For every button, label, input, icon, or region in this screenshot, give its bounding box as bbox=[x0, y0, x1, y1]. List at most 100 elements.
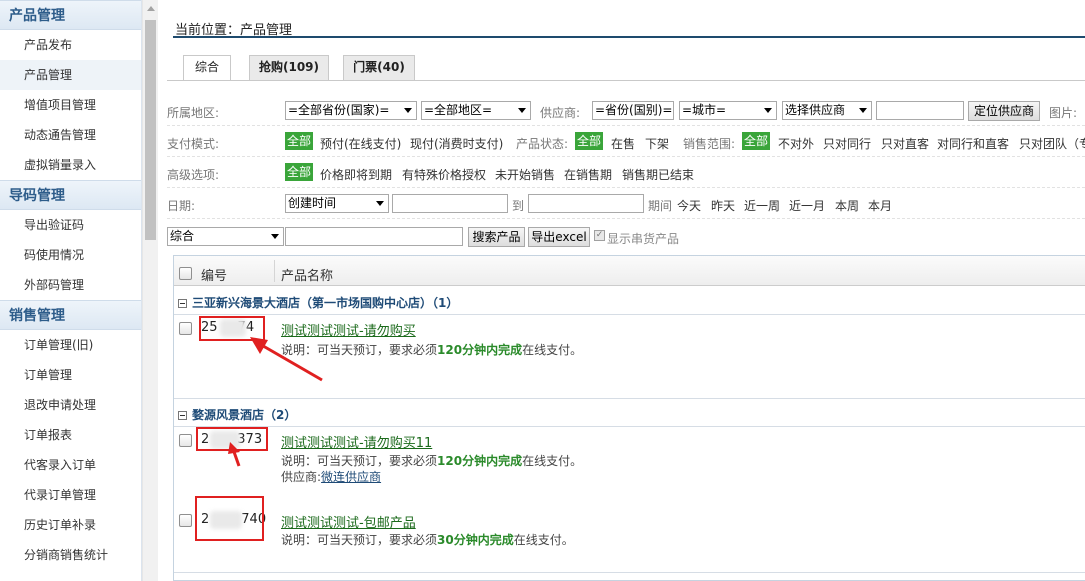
payment-all-option[interactable]: 全部 bbox=[285, 132, 314, 150]
collapse-icon[interactable] bbox=[178, 299, 187, 308]
scrollbar-thumb[interactable] bbox=[145, 20, 156, 240]
date-last-month-link[interactable]: 近一月 bbox=[789, 197, 825, 214]
date-today-link[interactable]: 今天 bbox=[677, 197, 701, 214]
sidebar-section-products[interactable]: 产品管理 bbox=[0, 0, 141, 30]
tab-tickets[interactable]: 门票(40) bbox=[343, 55, 415, 80]
area-select[interactable]: =全部地区= bbox=[421, 101, 531, 120]
scope-internal-option[interactable]: 不对外 bbox=[778, 135, 814, 152]
sidebar-item-proxy-manage[interactable]: 代录订单管理 bbox=[0, 480, 141, 510]
advanced-expiring-option[interactable]: 价格即将到期 bbox=[320, 166, 392, 183]
sidebar-item-refunds[interactable]: 退改申请处理 bbox=[0, 390, 141, 420]
show-serial-checkbox[interactable]: ✓ bbox=[594, 230, 605, 241]
row-checkbox[interactable] bbox=[179, 434, 192, 447]
tab-flash-sale[interactable]: 抢购(109) bbox=[249, 55, 329, 80]
product-name-link[interactable]: 测试测试测试-请勿购买11 bbox=[281, 432, 432, 451]
advanced-all-option[interactable]: 全部 bbox=[285, 163, 314, 181]
sidebar-item-orders[interactable]: 订单管理 bbox=[0, 360, 141, 390]
sidebar-item-product-manage[interactable]: 产品管理 bbox=[0, 60, 141, 90]
row-divider bbox=[174, 572, 1085, 573]
advanced-special-price-option[interactable]: 有特殊价格授权 bbox=[402, 166, 486, 183]
date-yesterday-link[interactable]: 昨天 bbox=[711, 197, 735, 214]
sidebar-section-sales[interactable]: 销售管理 bbox=[0, 300, 141, 330]
desc-text: 说明：可当天预订，要求必须 bbox=[281, 454, 438, 468]
sidebar-item-order-report[interactable]: 订单报表 bbox=[0, 420, 141, 450]
supplier-search-input[interactable] bbox=[876, 101, 964, 120]
date-period-label: 期间 bbox=[648, 199, 673, 213]
sidebar-item-code-usage[interactable]: 码使用情况 bbox=[0, 240, 141, 270]
filter-row-date: 日期: 创建时间 到 期间 今天 昨天 近一周 近一月 本周 本月 bbox=[167, 188, 1085, 219]
sidebar-item-history-orders[interactable]: 历史订单补录 bbox=[0, 510, 141, 540]
group-divider bbox=[174, 426, 1085, 427]
sidebar-item-value-added[interactable]: 增值项目管理 bbox=[0, 90, 141, 120]
desc-tail: 在线支付。 bbox=[522, 454, 583, 468]
scroll-up-icon[interactable] bbox=[147, 6, 155, 11]
date-last-week-link[interactable]: 近一周 bbox=[744, 197, 780, 214]
supplier-select-value: 选择供应商 bbox=[785, 103, 846, 117]
sidebar-item-notice[interactable]: 动态通告管理 bbox=[0, 120, 141, 150]
group-title: 三亚新兴海景大酒店（第一市场国购中心店）（1） bbox=[192, 296, 459, 310]
sidebar-item-export-codes[interactable]: 导出验证码 bbox=[0, 210, 141, 240]
supplier-select[interactable]: 选择供应商 bbox=[782, 101, 872, 120]
province-select-value: =全部省份(国家)= bbox=[288, 103, 390, 117]
scope-all-option[interactable]: 全部 bbox=[742, 132, 771, 150]
scope-direct-option[interactable]: 只对直客 bbox=[881, 135, 929, 152]
sidebar-item-external-codes[interactable]: 外部码管理 bbox=[0, 270, 141, 300]
scope-both-option[interactable]: 对同行和直客 bbox=[937, 135, 1009, 152]
payment-label: 支付模式: bbox=[167, 137, 220, 151]
select-all-checkbox[interactable] bbox=[179, 267, 192, 280]
chevron-down-icon bbox=[271, 234, 279, 239]
date-this-month-link[interactable]: 本月 bbox=[868, 197, 892, 214]
collapse-icon[interactable] bbox=[178, 411, 187, 420]
status-onsale-option[interactable]: 在售 bbox=[611, 135, 635, 152]
date-to-input[interactable] bbox=[528, 194, 644, 213]
scope-group-option[interactable]: 只对团队（专 bbox=[1019, 135, 1085, 152]
product-grid: 编号 产品名称 三亚新兴海景大酒店（第一市场国购中心店）（1） 2574 测试测… bbox=[173, 255, 1085, 581]
sidebar-item-orders-old[interactable]: 订单管理(旧) bbox=[0, 330, 141, 360]
desc-text: 说明：可当天预订，要求必须 bbox=[281, 343, 438, 357]
group-header[interactable]: 三亚新兴海景大酒店（第一市场国购中心店）（1） bbox=[174, 292, 1085, 314]
date-from-input[interactable] bbox=[392, 194, 508, 213]
group-header[interactable]: 婺源风景酒店（2） bbox=[174, 404, 1085, 426]
product-name-link[interactable]: 测试测试测试-请勿购买 bbox=[281, 320, 416, 339]
date-this-week-link[interactable]: 本周 bbox=[835, 197, 859, 214]
supplier-city-select[interactable]: =城市= bbox=[679, 101, 777, 120]
supplier-link[interactable]: 微连供应商 bbox=[321, 470, 381, 484]
annotation-box bbox=[196, 427, 268, 451]
sidebar-item-distributor-stats[interactable]: 分销商销售统计 bbox=[0, 540, 141, 570]
advanced-ended-option[interactable]: 销售期已结束 bbox=[622, 166, 694, 183]
payment-onsite-option[interactable]: 现付(消费时支付) bbox=[410, 135, 503, 152]
product-name-link[interactable]: 测试测试测试-包邮产品 bbox=[281, 512, 416, 531]
sidebar-item-virtual-sales[interactable]: 虚拟销量录入 bbox=[0, 150, 141, 180]
desc-time: 120分钟内完成 bbox=[437, 343, 523, 357]
search-products-button[interactable]: 搜索产品 bbox=[468, 227, 525, 247]
group-divider bbox=[174, 398, 1085, 399]
keyword-type-value: 综合 bbox=[170, 229, 195, 243]
filter-row-payment: 支付模式: 全部 预付(在线支付) 现付(消费时支付) 产品状态: 全部 在售 … bbox=[167, 126, 1085, 157]
status-all-option[interactable]: 全部 bbox=[575, 132, 604, 150]
sidebar-item-product-publish[interactable]: 产品发布 bbox=[0, 30, 141, 60]
export-excel-button[interactable]: 导出excel bbox=[528, 227, 590, 247]
product-supplier: 供应商:微连供应商 bbox=[281, 468, 381, 485]
date-type-select[interactable]: 创建时间 bbox=[285, 194, 389, 213]
province-select[interactable]: =全部省份(国家)= bbox=[285, 101, 417, 120]
keyword-input[interactable] bbox=[285, 227, 463, 246]
sidebar-section-codes[interactable]: 导码管理 bbox=[0, 180, 141, 210]
sidebar-scrollbar[interactable] bbox=[142, 0, 158, 581]
row-checkbox[interactable] bbox=[179, 514, 192, 527]
locate-supplier-button[interactable]: 定位供应商 bbox=[968, 101, 1040, 121]
tab-all[interactable]: 综合 bbox=[183, 55, 231, 81]
scope-peers-option[interactable]: 只对同行 bbox=[823, 135, 871, 152]
status-offshelf-option[interactable]: 下架 bbox=[645, 135, 669, 152]
advanced-in-period-option[interactable]: 在销售期 bbox=[564, 166, 612, 183]
tab-divider bbox=[167, 80, 1085, 81]
desc-tail: 在线支付。 bbox=[522, 343, 583, 357]
advanced-not-started-option[interactable]: 未开始销售 bbox=[495, 166, 555, 183]
row-checkbox[interactable] bbox=[179, 322, 192, 335]
sidebar-item-proxy-order[interactable]: 代客录入订单 bbox=[0, 450, 141, 480]
supplier-province-select[interactable]: =省份(国别)= bbox=[592, 101, 674, 120]
scope-label: 销售范围: bbox=[683, 137, 736, 151]
payment-prepaid-option[interactable]: 预付(在线支付) bbox=[320, 135, 401, 152]
show-serial-label: 显示串货产品 bbox=[607, 232, 680, 246]
product-description: 说明：可当天预订，要求必须30分钟内完成在线支付。 bbox=[281, 531, 574, 548]
keyword-type-select[interactable]: 综合 bbox=[167, 227, 284, 246]
